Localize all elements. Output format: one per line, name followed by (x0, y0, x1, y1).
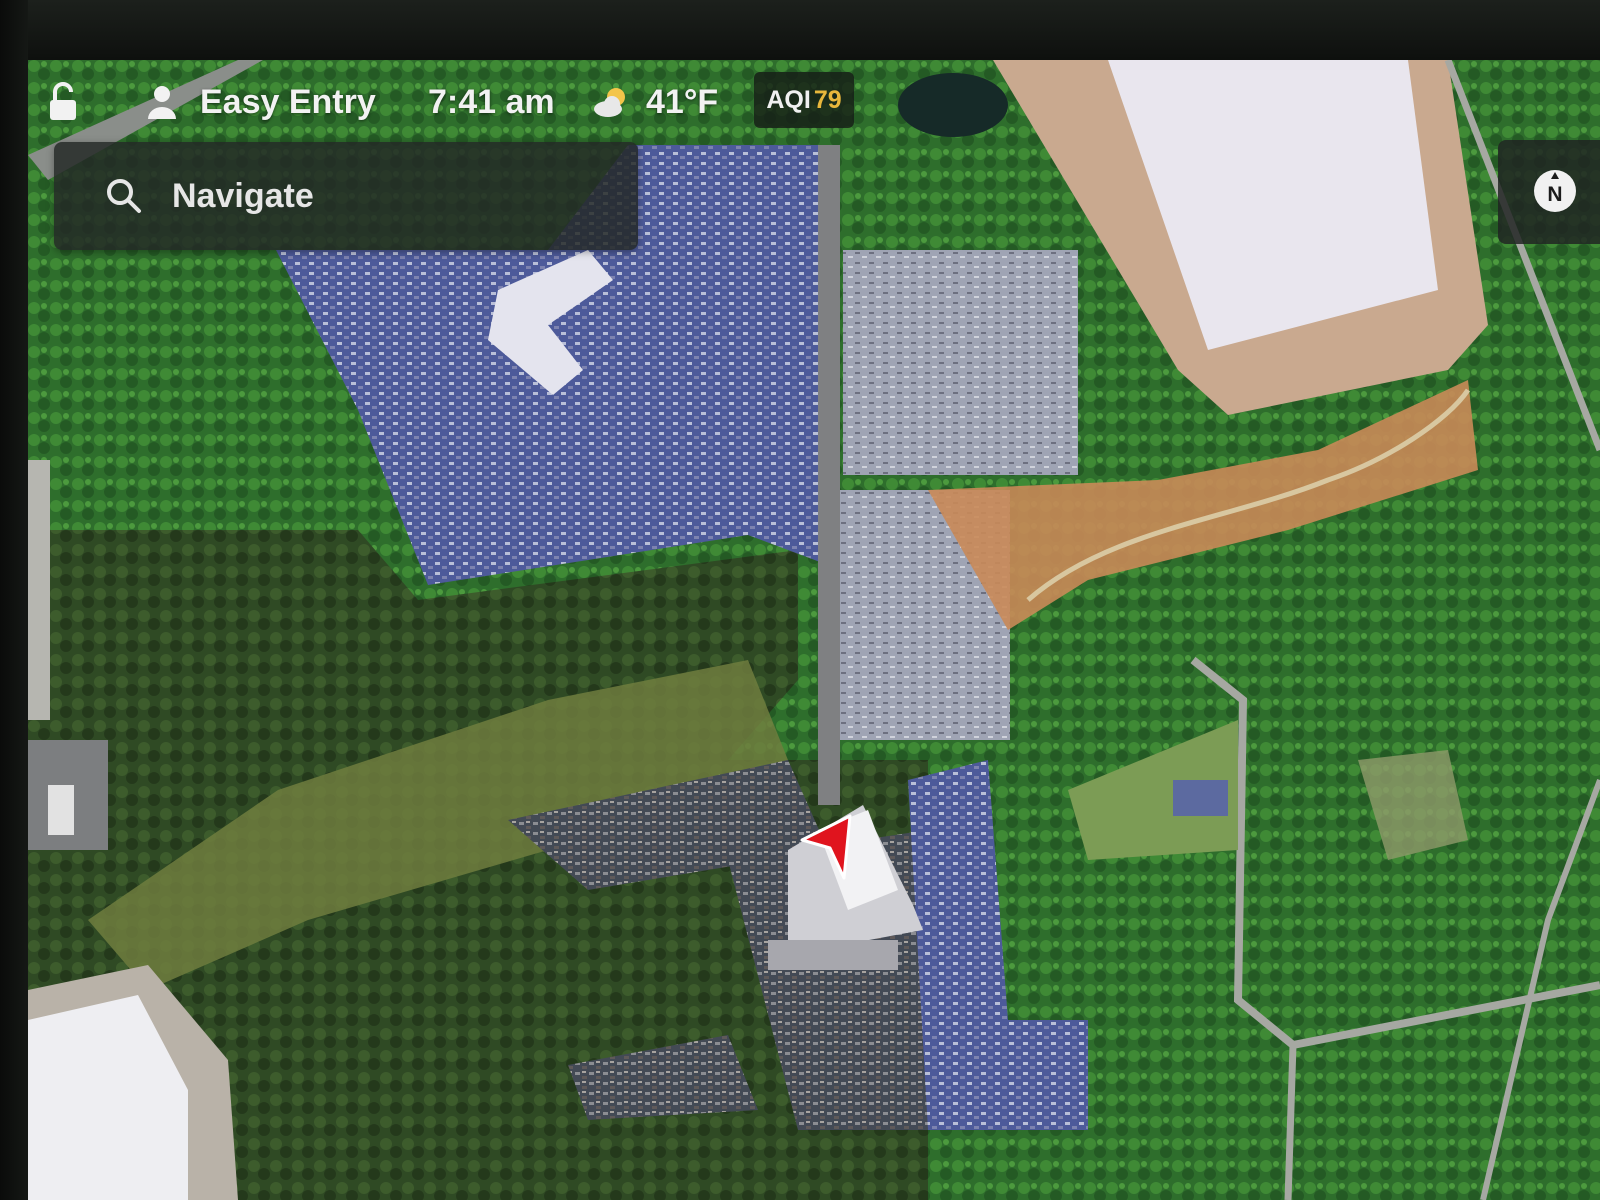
compass-heading: N (1547, 183, 1563, 206)
clock: 7:41 am (428, 78, 555, 126)
weather-display: 41°F (592, 78, 718, 126)
screen-bezel-left (0, 0, 28, 1200)
search-placeholder: Navigate (172, 176, 314, 215)
aqi-badge[interactable]: AQI 79 (754, 72, 854, 128)
profile-button[interactable]: Easy Entry (146, 78, 376, 126)
search-icon (107, 179, 141, 213)
aqi-label: AQI (766, 85, 811, 114)
compass-button[interactable]: N (1498, 140, 1600, 244)
aqi-value: 79 (813, 85, 842, 114)
profile-name: Easy Entry (200, 82, 376, 121)
temperature: 41°F (646, 82, 719, 121)
touchscreen-display: Easy Entry 7:41 am 41°F AQI 79 Navigate … (28, 60, 1600, 1200)
navigation-arrow-icon (800, 814, 852, 880)
navigate-search-bar[interactable]: Navigate (54, 142, 638, 250)
person-icon (148, 86, 176, 119)
compass-icon: N (1534, 170, 1576, 212)
unlocked-padlock-icon[interactable] (46, 78, 82, 126)
partly-cloudy-icon (594, 88, 625, 117)
time-display: 7:41 am (428, 82, 555, 121)
screen-bezel-top (0, 0, 1600, 60)
